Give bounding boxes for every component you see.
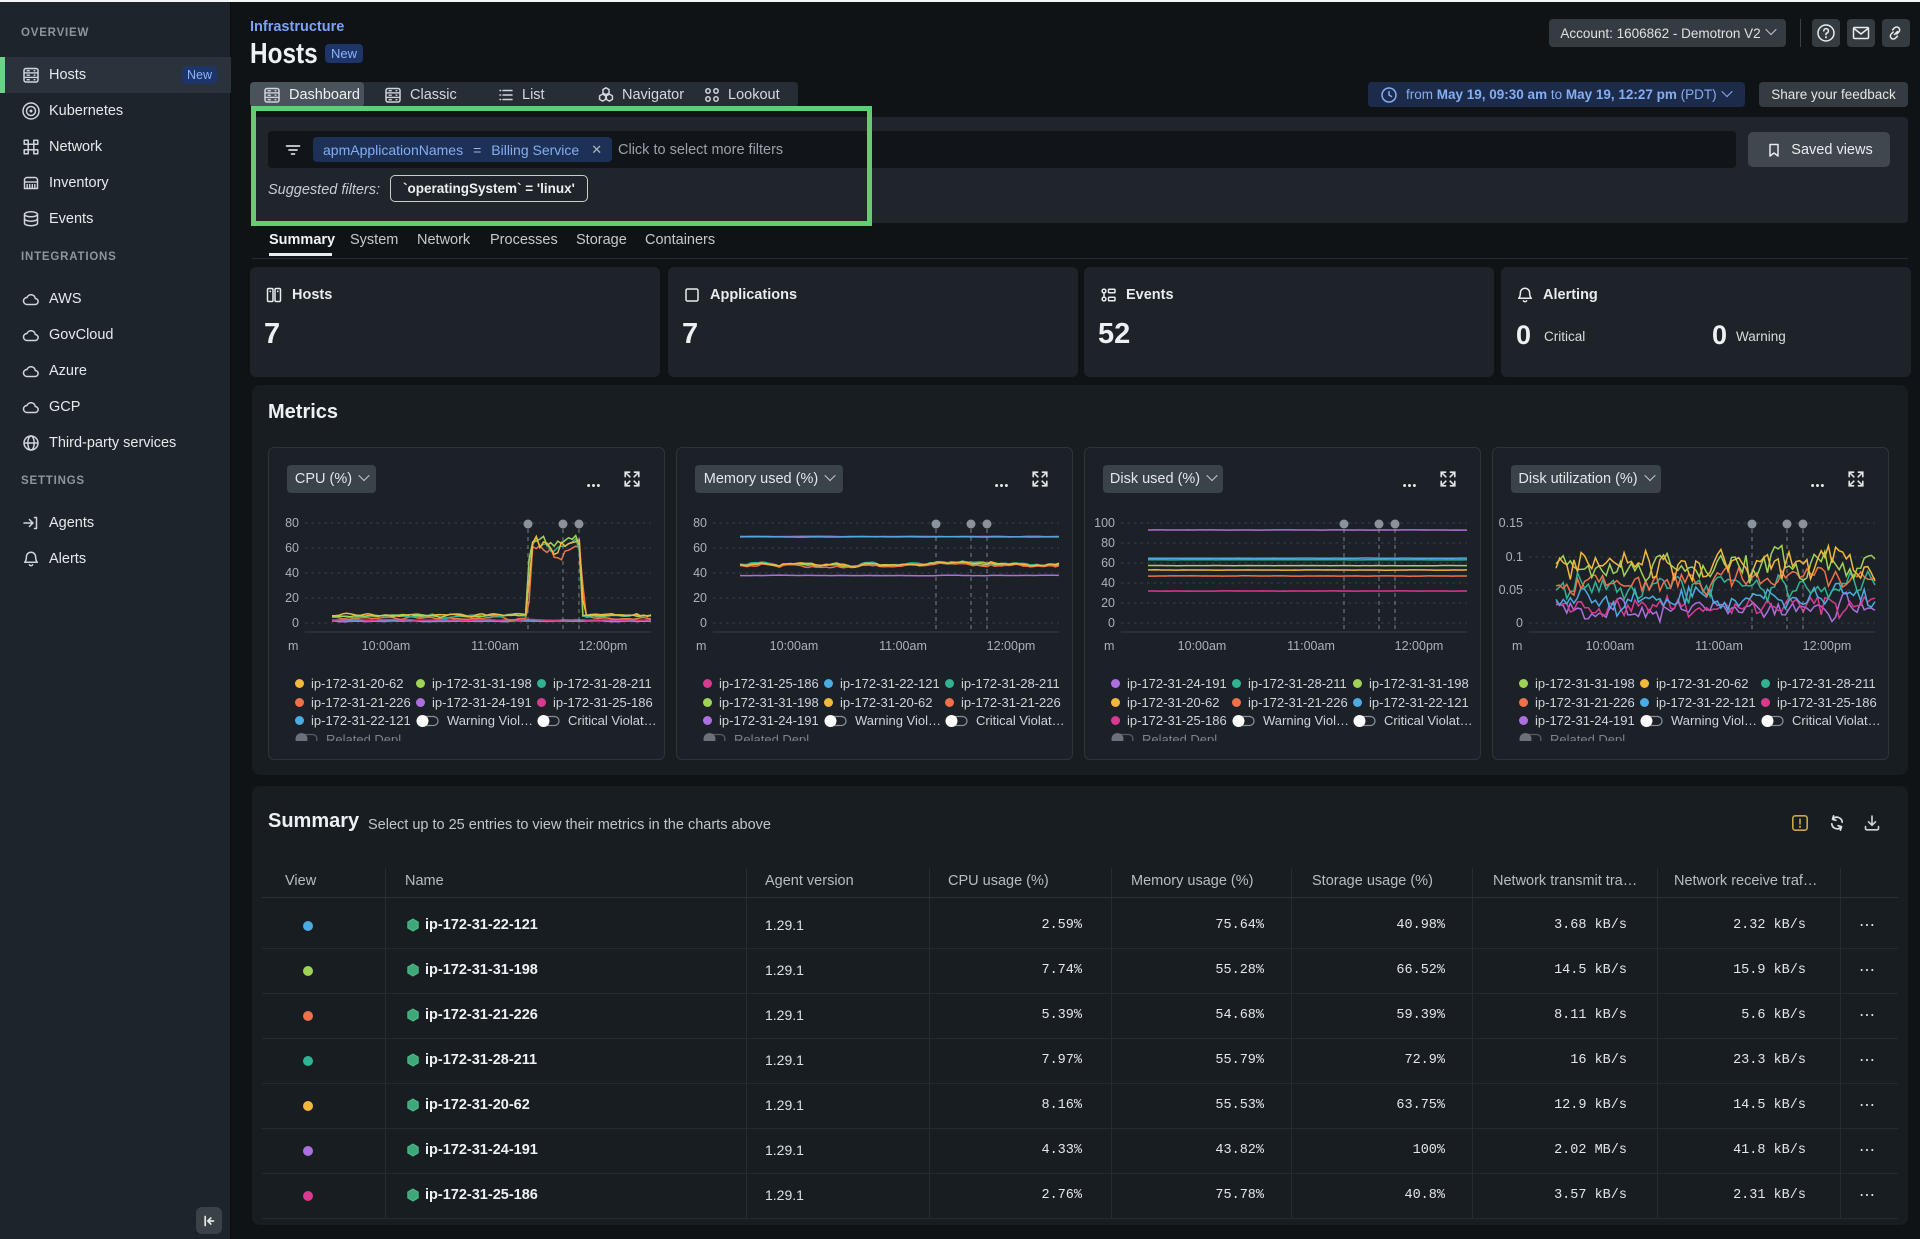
svg-text:100: 100 — [1094, 516, 1115, 530]
svg-text:12:00pm: 12:00pm — [579, 639, 628, 653]
svg-text:11:00am: 11:00am — [1695, 639, 1743, 653]
svg-text:20: 20 — [285, 591, 299, 605]
svg-text:40: 40 — [285, 566, 299, 580]
svg-text:40: 40 — [693, 566, 707, 580]
svg-text:60: 60 — [285, 541, 299, 555]
svg-text:11:00am: 11:00am — [879, 639, 927, 653]
svg-text:10:00am: 10:00am — [362, 639, 411, 653]
svg-text:11:00am: 11:00am — [1287, 639, 1335, 653]
svg-text:0: 0 — [1108, 616, 1115, 630]
svg-text:m: m — [1512, 639, 1522, 653]
svg-text:80: 80 — [285, 516, 299, 530]
svg-text:80: 80 — [1101, 536, 1115, 550]
svg-text:60: 60 — [1101, 556, 1115, 570]
svg-text:40: 40 — [1101, 576, 1115, 590]
svg-text:12:00pm: 12:00pm — [1803, 639, 1852, 653]
svg-text:80: 80 — [693, 516, 707, 530]
svg-text:10:00am: 10:00am — [1586, 639, 1635, 653]
svg-text:60: 60 — [693, 541, 707, 555]
svg-text:0: 0 — [700, 616, 707, 630]
svg-text:m: m — [696, 639, 706, 653]
svg-text:m: m — [288, 639, 298, 653]
svg-text:m: m — [1104, 639, 1114, 653]
svg-text:0.1: 0.1 — [1506, 550, 1523, 564]
svg-text:10:00am: 10:00am — [1178, 639, 1227, 653]
svg-text:20: 20 — [1101, 596, 1115, 610]
svg-text:11:00am: 11:00am — [471, 639, 519, 653]
svg-text:0.15: 0.15 — [1499, 516, 1523, 530]
svg-text:0: 0 — [292, 616, 299, 630]
svg-text:12:00pm: 12:00pm — [987, 639, 1036, 653]
svg-text:0: 0 — [1516, 616, 1523, 630]
svg-text:20: 20 — [693, 591, 707, 605]
svg-text:0.05: 0.05 — [1499, 583, 1523, 597]
svg-text:12:00pm: 12:00pm — [1395, 639, 1444, 653]
svg-text:10:00am: 10:00am — [770, 639, 819, 653]
